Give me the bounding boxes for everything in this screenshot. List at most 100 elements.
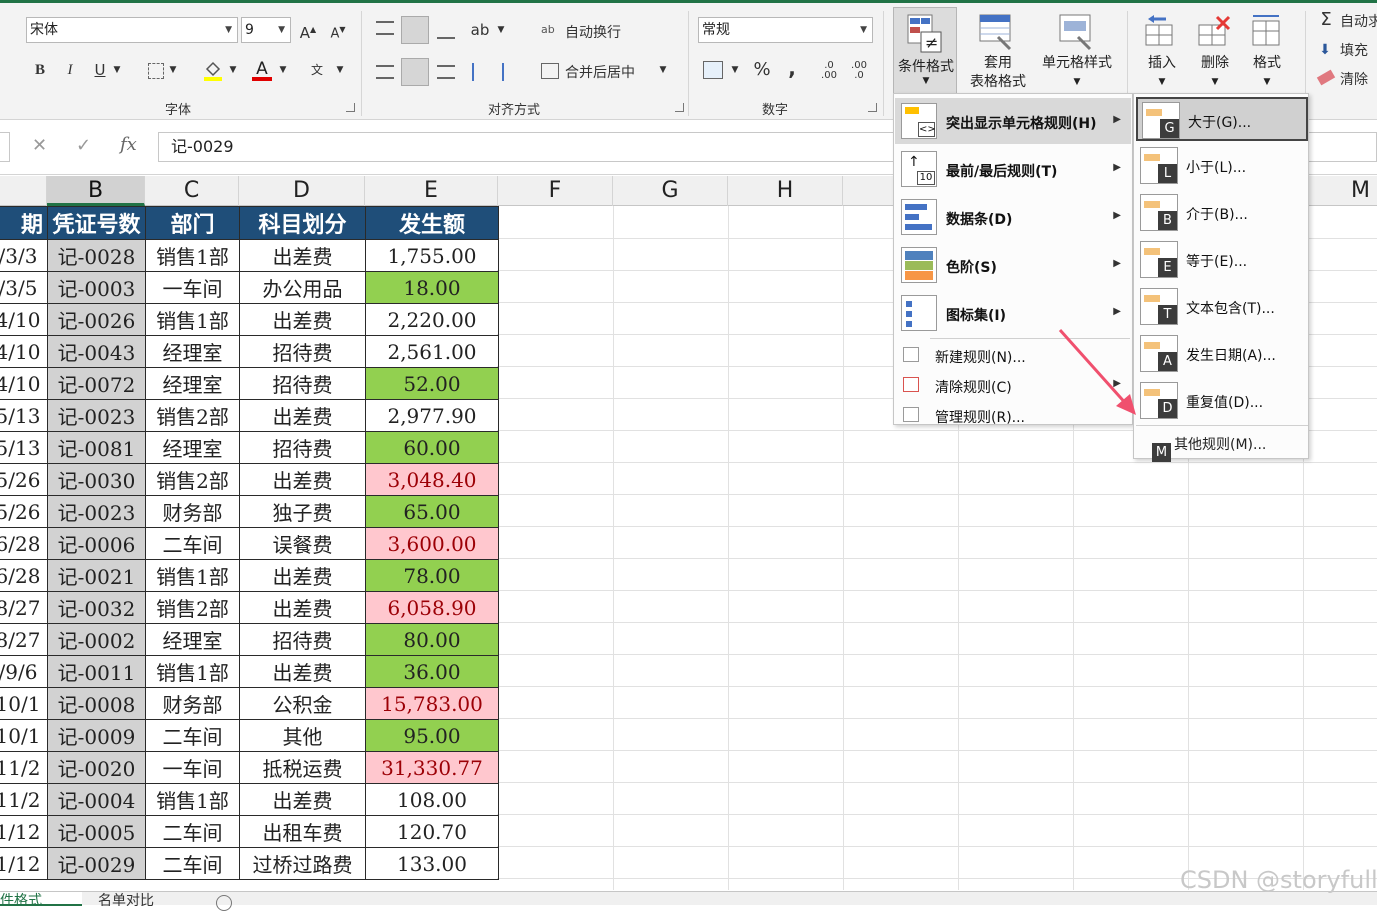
- wrap-text-icon[interactable]: ab: [541, 23, 559, 39]
- cell-amount[interactable]: 3,048.40: [365, 463, 499, 496]
- menu-item-color-scales[interactable]: 色阶(S) ▶: [895, 242, 1131, 288]
- align-left-icon[interactable]: [376, 65, 394, 79]
- cell-amount[interactable]: 2,220.00: [365, 303, 499, 336]
- cell-amount[interactable]: 65.00: [365, 495, 499, 528]
- cell-subject[interactable]: 招待费: [239, 367, 366, 400]
- comma-button[interactable]: ,: [782, 57, 802, 79]
- column-header-h[interactable]: H: [728, 176, 843, 206]
- cell-amount[interactable]: 108.00: [365, 783, 499, 816]
- borders-icon[interactable]: [148, 63, 164, 79]
- delete-button[interactable]: 删除 ▼: [1193, 54, 1237, 92]
- merge-center-icon[interactable]: [541, 63, 559, 79]
- menu-item-top-bottom-rules[interactable]: ↑ 10 最前/最后规则(T) ▶: [895, 146, 1131, 192]
- submenu-item[interactable]: B 介于(B)...: [1136, 191, 1308, 235]
- cell-voucher[interactable]: 记-0004: [47, 783, 146, 816]
- cell-department[interactable]: 销售2部: [145, 399, 240, 432]
- name-box[interactable]: [0, 132, 10, 162]
- cell-amount[interactable]: 18.00: [365, 271, 499, 304]
- column-header-d[interactable]: D: [239, 176, 365, 206]
- fill-color-icon[interactable]: [204, 61, 222, 81]
- font-name-combo[interactable]: 宋体 ▼: [26, 17, 238, 43]
- cell-date[interactable]: /3/5: [0, 271, 48, 304]
- cell-voucher[interactable]: 记-0003: [47, 271, 146, 304]
- cell-date[interactable]: 1/12: [0, 847, 48, 880]
- submenu-item[interactable]: G 大于(G)...: [1136, 97, 1308, 141]
- menu-item-other-rules[interactable]: M 其他规则(M)...: [1136, 428, 1308, 462]
- format-as-table-button[interactable]: 套用 表格格式: [958, 54, 1038, 92]
- chevron-down-icon[interactable]: ▼: [333, 59, 347, 81]
- cell-voucher[interactable]: 记-0005: [47, 815, 146, 848]
- cell-department[interactable]: 销售1部: [145, 655, 240, 688]
- decrease-indent-icon[interactable]: [472, 63, 492, 81]
- cell-department[interactable]: 财务部: [145, 495, 240, 528]
- cell-date[interactable]: 8/27: [0, 591, 48, 624]
- cell-date[interactable]: 4/10: [0, 367, 48, 400]
- cell-voucher[interactable]: 记-0023: [47, 399, 146, 432]
- increase-decimal-icon[interactable]: .0.00: [818, 61, 840, 81]
- decrease-font-icon[interactable]: A▼: [328, 19, 348, 45]
- cell-department[interactable]: 经理室: [145, 335, 240, 368]
- chevron-down-icon[interactable]: ▼: [110, 59, 124, 81]
- cell-voucher[interactable]: 记-0026: [47, 303, 146, 336]
- chevron-down-icon[interactable]: ▼: [226, 59, 240, 81]
- cell-date[interactable]: /3/3: [0, 239, 48, 272]
- cell-date[interactable]: 10/1: [0, 719, 48, 752]
- autosum-icon[interactable]: Σ: [1316, 9, 1336, 31]
- cell-subject[interactable]: 抵税运费: [239, 751, 366, 784]
- cell-voucher[interactable]: 记-0008: [47, 687, 146, 720]
- submenu-item[interactable]: L 小于(L)...: [1136, 144, 1308, 188]
- cell-date[interactable]: 10/1: [0, 687, 48, 720]
- cell-department[interactable]: 二车间: [145, 719, 240, 752]
- cell-voucher[interactable]: 记-0002: [47, 623, 146, 656]
- cell-amount[interactable]: 95.00: [365, 719, 499, 752]
- cell-amount[interactable]: 3,600.00: [365, 527, 499, 560]
- number-dialog-launcher-icon[interactable]: [868, 103, 877, 112]
- align-bottom-icon[interactable]: [437, 25, 455, 39]
- cell-subject[interactable]: 出差费: [239, 559, 366, 592]
- cell-subject[interactable]: 其他: [239, 719, 366, 752]
- accounting-format-icon[interactable]: [703, 61, 723, 79]
- column-header-e[interactable]: E: [365, 176, 498, 206]
- cell-voucher[interactable]: 记-0081: [47, 431, 146, 464]
- bold-button[interactable]: B: [30, 59, 50, 81]
- header-voucher[interactable]: 凭证号数: [47, 206, 146, 240]
- menu-item-data-bars[interactable]: 数据条(D) ▶: [895, 194, 1131, 240]
- cancel-icon[interactable]: ✕: [32, 135, 47, 156]
- underline-button[interactable]: U: [90, 59, 110, 81]
- cell-subject[interactable]: 出差费: [239, 303, 366, 336]
- cell-date[interactable]: 5/26: [0, 463, 48, 496]
- cell-subject[interactable]: 独子费: [239, 495, 366, 528]
- percent-button[interactable]: %: [750, 59, 774, 81]
- cell-voucher[interactable]: 记-0032: [47, 591, 146, 624]
- cell-department[interactable]: 销售2部: [145, 591, 240, 624]
- header-amount[interactable]: 发生额: [365, 206, 499, 240]
- cell-amount[interactable]: 120.70: [365, 815, 499, 848]
- align-top-icon[interactable]: [376, 21, 394, 35]
- sheet-tab-active[interactable]: 条件格式: [0, 892, 82, 906]
- cell-date[interactable]: 6/28: [0, 559, 48, 592]
- clear-button[interactable]: 清除: [1340, 69, 1368, 89]
- align-middle-icon[interactable]: [401, 16, 429, 44]
- column-header-g[interactable]: G: [613, 176, 728, 206]
- cell-department[interactable]: 经理室: [145, 623, 240, 656]
- cell-subject[interactable]: 招待费: [239, 623, 366, 656]
- font-dialog-launcher-icon[interactable]: [346, 103, 355, 112]
- cell-subject[interactable]: 出差费: [239, 463, 366, 496]
- cell-department[interactable]: 销售2部: [145, 463, 240, 496]
- conditional-format-button[interactable]: ≠ 条件格式 ▼: [893, 7, 957, 94]
- header-date[interactable]: 期: [0, 206, 48, 240]
- cell-voucher[interactable]: 记-0072: [47, 367, 146, 400]
- cell-voucher[interactable]: 记-0043: [47, 335, 146, 368]
- cell-voucher[interactable]: 记-0020: [47, 751, 146, 784]
- submenu-item[interactable]: E 等于(E)...: [1136, 238, 1308, 282]
- cell-voucher[interactable]: 记-0009: [47, 719, 146, 752]
- format-button[interactable]: 格式 ▼: [1245, 54, 1289, 92]
- cell-department[interactable]: 一车间: [145, 751, 240, 784]
- cell-amount[interactable]: 2,561.00: [365, 335, 499, 368]
- cell-date[interactable]: 5/13: [0, 399, 48, 432]
- cell-subject[interactable]: 出差费: [239, 783, 366, 816]
- eraser-icon[interactable]: [1316, 69, 1336, 86]
- submenu-item[interactable]: T 文本包含(T)...: [1136, 285, 1308, 329]
- column-header-f[interactable]: F: [498, 176, 613, 206]
- cell-voucher[interactable]: 记-0029: [47, 847, 146, 880]
